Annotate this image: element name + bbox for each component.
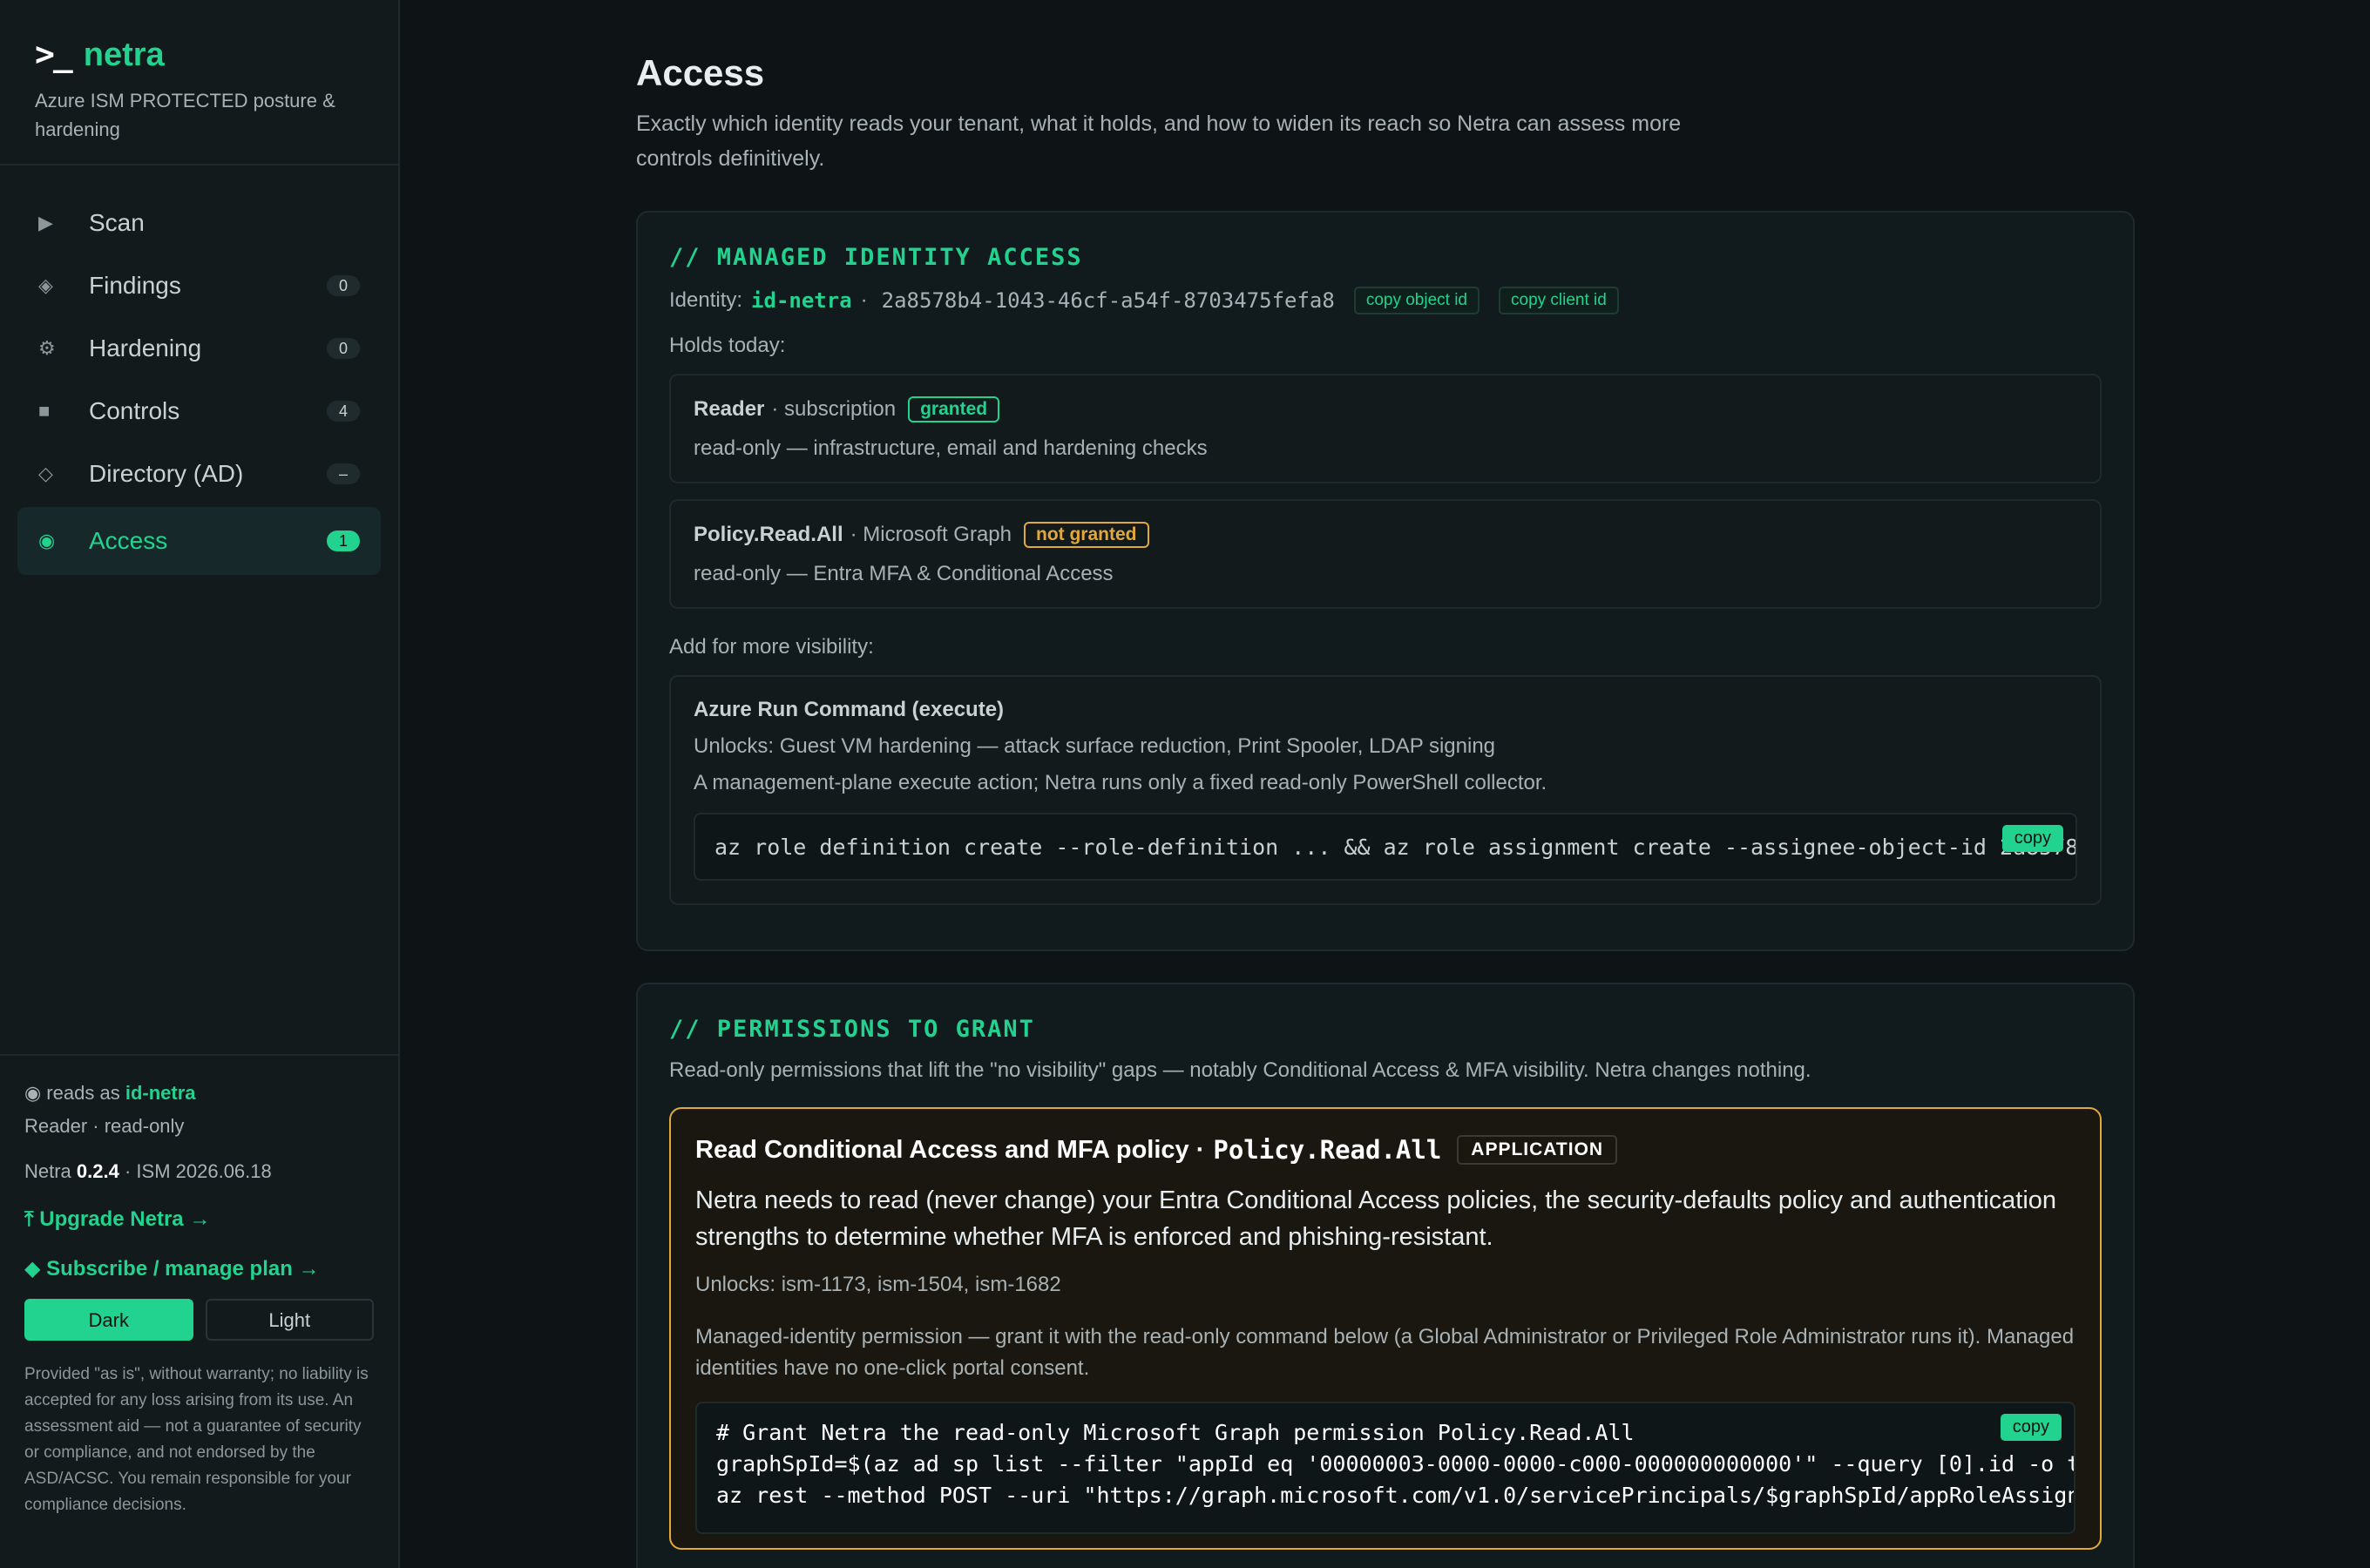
subscribe-link[interactable]: ◆ Subscribe / manage plan → xyxy=(24,1256,374,1281)
reads-as-label: ◉ reads as xyxy=(24,1082,120,1104)
theme-light-button[interactable]: Light xyxy=(205,1299,374,1341)
copy-command-button[interactable]: copy xyxy=(2000,1414,2062,1441)
main-content: Access Exactly which identity reads your… xyxy=(636,0,2135,1568)
copy-client-id-button[interactable]: copy client id xyxy=(1499,287,1619,314)
sidebar-nav: ▶ Scan ◈ Findings 0 ⚙ Hardening 0 ■ Cont… xyxy=(0,166,398,575)
sidebar-item-label: Hardening xyxy=(89,335,202,362)
add-permission-title: Azure Run Command (execute) xyxy=(694,698,1005,721)
sidebar-item-controls[interactable]: ■ Controls 4 xyxy=(17,380,381,443)
upgrade-link[interactable]: ⤒ Upgrade Netra → xyxy=(24,1207,374,1232)
identity-role: Reader · read-only xyxy=(24,1115,185,1137)
section-heading: // PERMISSIONS TO GRANT xyxy=(669,1016,1035,1043)
sidebar-item-label: Findings xyxy=(89,272,181,299)
command-line: graphSpId=$(az ad sp list --filter "appI… xyxy=(716,1451,2075,1477)
permissions-card: // PERMISSIONS TO GRANT Read-only permis… xyxy=(636,983,2135,1568)
version-info: Netra 0.2.4 · ISM 2026.06.18 xyxy=(24,1160,374,1183)
brand-name: netra xyxy=(83,37,165,73)
version-number: 0.2.4 xyxy=(76,1160,119,1182)
command-box[interactable]: # Grant Netra the read-only Microsoft Gr… xyxy=(695,1402,2075,1534)
permission-scope: · Microsoft Graph xyxy=(850,523,1012,546)
count-badge: 1 xyxy=(327,531,360,551)
add-permission-unlocks: Unlocks: Guest VM hardening — attack sur… xyxy=(694,734,1496,758)
section-heading: // MANAGED IDENTITY ACCESS xyxy=(669,244,1083,271)
permission-description: read-only — infrastructure, email and ha… xyxy=(694,436,1208,460)
request-title-text: Read Conditional Access and MFA policy · xyxy=(695,1135,1205,1164)
identity-name: id-netra xyxy=(125,1082,196,1104)
copy-command-button[interactable]: copy xyxy=(2001,825,2063,852)
managed-identity-card: // MANAGED IDENTITY ACCESS Identity: id-… xyxy=(636,211,2135,951)
terminal-prompt-icon: >_ xyxy=(35,35,73,73)
sidebar-item-directory[interactable]: ◇ Directory (AD) – xyxy=(17,443,381,505)
type-badge: APPLICATION xyxy=(1457,1135,1618,1165)
permissions-lead: Read-only permissions that lift the "no … xyxy=(669,1058,1811,1082)
count-badge: – xyxy=(327,463,360,484)
sidebar-item-label: Directory (AD) xyxy=(89,460,244,487)
permission-scope: · subscription xyxy=(771,397,897,421)
identity-status: ◉ reads as id-netra xyxy=(24,1082,374,1105)
command-line: az rest --method POST --uri "https://gra… xyxy=(716,1483,2075,1508)
theme-toggle: Dark Light xyxy=(24,1299,374,1341)
identity-label: Identity: xyxy=(669,288,743,312)
count-badge: 4 xyxy=(327,401,360,422)
permission-name: Reader xyxy=(694,397,765,421)
object-id: 2a8578b4-1043-46cf-a54f-8703475fefa8 xyxy=(881,288,1335,313)
separator: · xyxy=(860,288,868,312)
request-note: Managed-identity permission — grant it w… xyxy=(695,1325,2075,1380)
request-api-name: Policy.Read.All xyxy=(1213,1135,1442,1165)
version-prefix: Netra xyxy=(24,1160,71,1182)
identity-name: id-netra xyxy=(751,288,852,313)
status-badge: granted xyxy=(908,396,1000,422)
request-unlocks: Unlocks: ism-1173, ism-1504, ism-1682 xyxy=(695,1273,1061,1296)
page-title: Access xyxy=(636,52,765,93)
permission-description: read-only — Entra MFA & Conditional Acce… xyxy=(694,562,1114,585)
sidebar-item-scan[interactable]: ▶ Scan xyxy=(17,192,381,254)
brand-row[interactable]: >_ netra xyxy=(35,35,363,74)
permission-request: Read Conditional Access and MFA policy ·… xyxy=(669,1107,2102,1550)
command-line: # Grant Netra the read-only Microsoft Gr… xyxy=(716,1420,1635,1445)
permission-item: Reader · subscription granted read-only … xyxy=(669,374,2102,483)
sidebar-item-hardening[interactable]: ⚙ Hardening 0 xyxy=(17,317,381,380)
disclaimer: Provided "as is", without warranty; no l… xyxy=(24,1365,369,1514)
radio-icon: ◉ xyxy=(38,530,56,551)
copy-object-id-button[interactable]: copy object id xyxy=(1353,287,1480,314)
command-box[interactable]: az role definition create --role-definit… xyxy=(694,813,2077,881)
command-text: az role definition create --role-definit… xyxy=(714,835,2075,860)
request-title: Read Conditional Access and MFA policy ·… xyxy=(695,1135,2075,1165)
request-body: Netra needs to read (never change) your … xyxy=(695,1186,2057,1251)
ism-version: · ISM 2026.06.18 xyxy=(124,1160,272,1182)
permission-header: Policy.Read.All · Microsoft Graph not gr… xyxy=(694,522,2077,548)
diamond-icon: ◈ xyxy=(38,274,53,296)
sidebar-item-label: Access xyxy=(89,527,168,554)
permission-item: Policy.Read.All · Microsoft Graph not gr… xyxy=(669,499,2102,609)
permission-header: Reader · subscription granted xyxy=(694,396,2077,422)
sidebar-item-label: Scan xyxy=(89,209,145,236)
play-icon: ▶ xyxy=(38,212,53,233)
gear-icon: ⚙ xyxy=(38,337,56,359)
sidebar-item-access[interactable]: ◉ Access 1 xyxy=(17,507,381,575)
sidebar-item-findings[interactable]: ◈ Findings 0 xyxy=(17,254,381,317)
diamond-outline-icon: ◇ xyxy=(38,463,53,484)
theme-dark-button[interactable]: Dark xyxy=(24,1299,193,1341)
count-badge: 0 xyxy=(327,338,360,359)
holds-label: Holds today: xyxy=(669,334,786,357)
square-icon: ■ xyxy=(38,400,51,422)
brand: >_ netra Azure ISM PROTECTED posture & h… xyxy=(0,0,398,166)
add-permission-note: A management-plane execute action; Netra… xyxy=(694,771,1547,794)
page-description: Exactly which identity reads your tenant… xyxy=(636,112,1682,171)
add-permission-item: Azure Run Command (execute) Unlocks: Gue… xyxy=(669,675,2102,905)
brand-subtitle: Azure ISM PROTECTED posture & hardening xyxy=(35,90,335,140)
sidebar: >_ netra Azure ISM PROTECTED posture & h… xyxy=(0,0,400,1568)
sidebar-footer: ◉ reads as id-netra Reader · read-only N… xyxy=(0,1054,398,1568)
identity-row: Identity: id-netra · 2a8578b4-1043-46cf-… xyxy=(669,287,2102,314)
status-badge: not granted xyxy=(1024,522,1149,548)
count-badge: 0 xyxy=(327,275,360,296)
add-label: Add for more visibility: xyxy=(669,635,874,659)
sidebar-item-label: Controls xyxy=(89,397,180,424)
permission-name: Policy.Read.All xyxy=(694,523,843,546)
